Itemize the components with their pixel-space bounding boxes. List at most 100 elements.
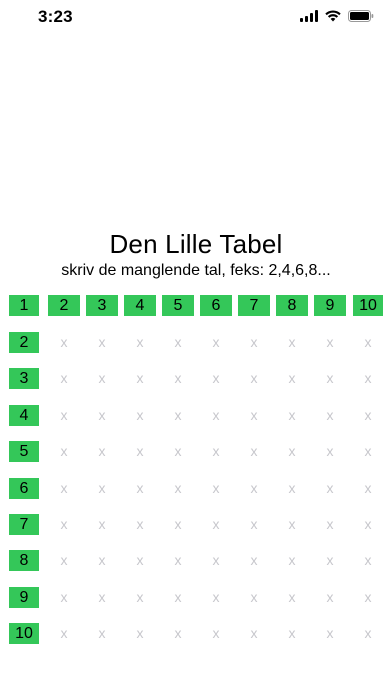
row-label-10: 10 bbox=[9, 623, 39, 645]
row-label-6: 6 bbox=[9, 477, 39, 499]
header-cell-1: 1 bbox=[9, 295, 39, 316]
status-icons bbox=[300, 10, 374, 22]
answer-cell[interactable]: x bbox=[201, 441, 231, 462]
answer-cell[interactable]: x bbox=[239, 478, 269, 499]
row-label-2: 2 bbox=[9, 332, 39, 353]
answer-cell[interactable]: x bbox=[125, 514, 155, 535]
row-label-3: 3 bbox=[9, 368, 39, 390]
answer-cell[interactable]: x bbox=[125, 368, 155, 389]
answer-cell[interactable]: x bbox=[277, 478, 307, 499]
answer-cell[interactable]: x bbox=[277, 441, 307, 462]
answer-cell[interactable]: x bbox=[163, 514, 193, 535]
header-cell-10: 10 bbox=[353, 295, 383, 316]
answer-cell[interactable]: x bbox=[49, 478, 79, 499]
answer-cell[interactable]: x bbox=[49, 332, 79, 353]
answer-cell[interactable]: x bbox=[353, 587, 383, 608]
answer-cell[interactable]: x bbox=[201, 368, 231, 389]
answer-cell[interactable]: x bbox=[315, 514, 345, 535]
answer-cell[interactable]: x bbox=[201, 405, 231, 426]
answer-cell[interactable]: x bbox=[125, 587, 155, 608]
answer-cell[interactable]: x bbox=[87, 441, 117, 462]
answer-cell[interactable]: x bbox=[201, 550, 231, 571]
battery-icon bbox=[348, 10, 374, 22]
answer-cell[interactable]: x bbox=[239, 623, 269, 644]
answer-cell[interactable]: x bbox=[277, 514, 307, 535]
answer-cell[interactable]: x bbox=[125, 623, 155, 644]
status-bar: 3:23 bbox=[0, 0, 392, 36]
answer-cell[interactable]: x bbox=[163, 478, 193, 499]
answer-cell[interactable]: x bbox=[353, 478, 383, 499]
answer-cell[interactable]: x bbox=[49, 368, 79, 389]
answer-cell[interactable]: x bbox=[87, 514, 117, 535]
answer-cell[interactable]: x bbox=[239, 441, 269, 462]
answer-cell[interactable]: x bbox=[239, 550, 269, 571]
answer-cell[interactable]: x bbox=[239, 514, 269, 535]
answer-cell[interactable]: x bbox=[87, 587, 117, 608]
answer-cell[interactable]: x bbox=[49, 405, 79, 426]
answer-cell[interactable]: x bbox=[125, 405, 155, 426]
row-label-5: 5 bbox=[9, 441, 39, 463]
answer-cell[interactable]: x bbox=[163, 441, 193, 462]
answer-cell[interactable]: x bbox=[353, 405, 383, 426]
answer-cell[interactable]: x bbox=[315, 587, 345, 608]
row-label-9: 9 bbox=[9, 586, 39, 608]
answer-cell[interactable]: x bbox=[87, 478, 117, 499]
answer-cell[interactable]: x bbox=[87, 368, 117, 389]
answer-cell[interactable]: x bbox=[315, 478, 345, 499]
answer-cell[interactable]: x bbox=[239, 587, 269, 608]
answer-cell[interactable]: x bbox=[277, 332, 307, 353]
answer-cell[interactable]: x bbox=[277, 550, 307, 571]
answer-cell[interactable]: x bbox=[277, 623, 307, 644]
answer-cell[interactable]: x bbox=[49, 587, 79, 608]
answer-cell[interactable]: x bbox=[49, 441, 79, 462]
answer-cell[interactable]: x bbox=[277, 405, 307, 426]
answer-cell[interactable]: x bbox=[49, 623, 79, 644]
answer-cell[interactable]: x bbox=[353, 550, 383, 571]
answer-cell[interactable]: x bbox=[201, 514, 231, 535]
answer-cell[interactable]: x bbox=[201, 587, 231, 608]
answer-cell[interactable]: x bbox=[239, 368, 269, 389]
answer-cell[interactable]: x bbox=[353, 623, 383, 644]
answer-cell[interactable]: x bbox=[49, 514, 79, 535]
answer-cell[interactable]: x bbox=[315, 332, 345, 353]
answer-cell[interactable]: x bbox=[163, 587, 193, 608]
answer-cell[interactable]: x bbox=[353, 441, 383, 462]
answer-cell[interactable]: x bbox=[315, 368, 345, 389]
answer-cell[interactable]: x bbox=[125, 550, 155, 571]
cellular-signal-icon bbox=[300, 10, 318, 22]
answer-cell[interactable]: x bbox=[201, 623, 231, 644]
answer-cell[interactable]: x bbox=[315, 405, 345, 426]
row-label-4: 4 bbox=[9, 404, 39, 426]
header-cell-2: 2 bbox=[48, 295, 80, 316]
wifi-icon bbox=[325, 10, 341, 22]
answer-cell[interactable]: x bbox=[125, 332, 155, 353]
answer-cell[interactable]: x bbox=[49, 550, 79, 571]
header-cell-8: 8 bbox=[276, 295, 308, 316]
answer-cell[interactable]: x bbox=[353, 368, 383, 389]
answer-cell[interactable]: x bbox=[239, 405, 269, 426]
answer-cell[interactable]: x bbox=[163, 623, 193, 644]
answer-cell[interactable]: x bbox=[163, 368, 193, 389]
answer-cell[interactable]: x bbox=[353, 332, 383, 353]
answer-cell[interactable]: x bbox=[125, 441, 155, 462]
answer-cell[interactable]: x bbox=[353, 514, 383, 535]
answer-cell[interactable]: x bbox=[87, 550, 117, 571]
app-screen: 3:23 Den Lille Tabel skriv de manglende … bbox=[0, 0, 392, 696]
answer-cell[interactable]: x bbox=[277, 587, 307, 608]
row-label-7: 7 bbox=[9, 514, 39, 535]
answer-cell[interactable]: x bbox=[125, 478, 155, 499]
answer-cell[interactable]: x bbox=[163, 550, 193, 571]
answer-cell[interactable]: x bbox=[87, 623, 117, 644]
answer-cell[interactable]: x bbox=[201, 478, 231, 499]
answer-cell[interactable]: x bbox=[277, 368, 307, 389]
answer-cell[interactable]: x bbox=[163, 332, 193, 353]
answer-cell[interactable]: x bbox=[315, 550, 345, 571]
answer-cell[interactable]: x bbox=[87, 332, 117, 353]
answer-cell[interactable]: x bbox=[315, 441, 345, 462]
answer-cell[interactable]: x bbox=[163, 405, 193, 426]
answer-cell[interactable]: x bbox=[87, 405, 117, 426]
answer-cell[interactable]: x bbox=[315, 623, 345, 644]
answer-cell[interactable]: x bbox=[239, 332, 269, 353]
answer-cell[interactable]: x bbox=[201, 332, 231, 353]
header-cell-3: 3 bbox=[86, 295, 118, 316]
